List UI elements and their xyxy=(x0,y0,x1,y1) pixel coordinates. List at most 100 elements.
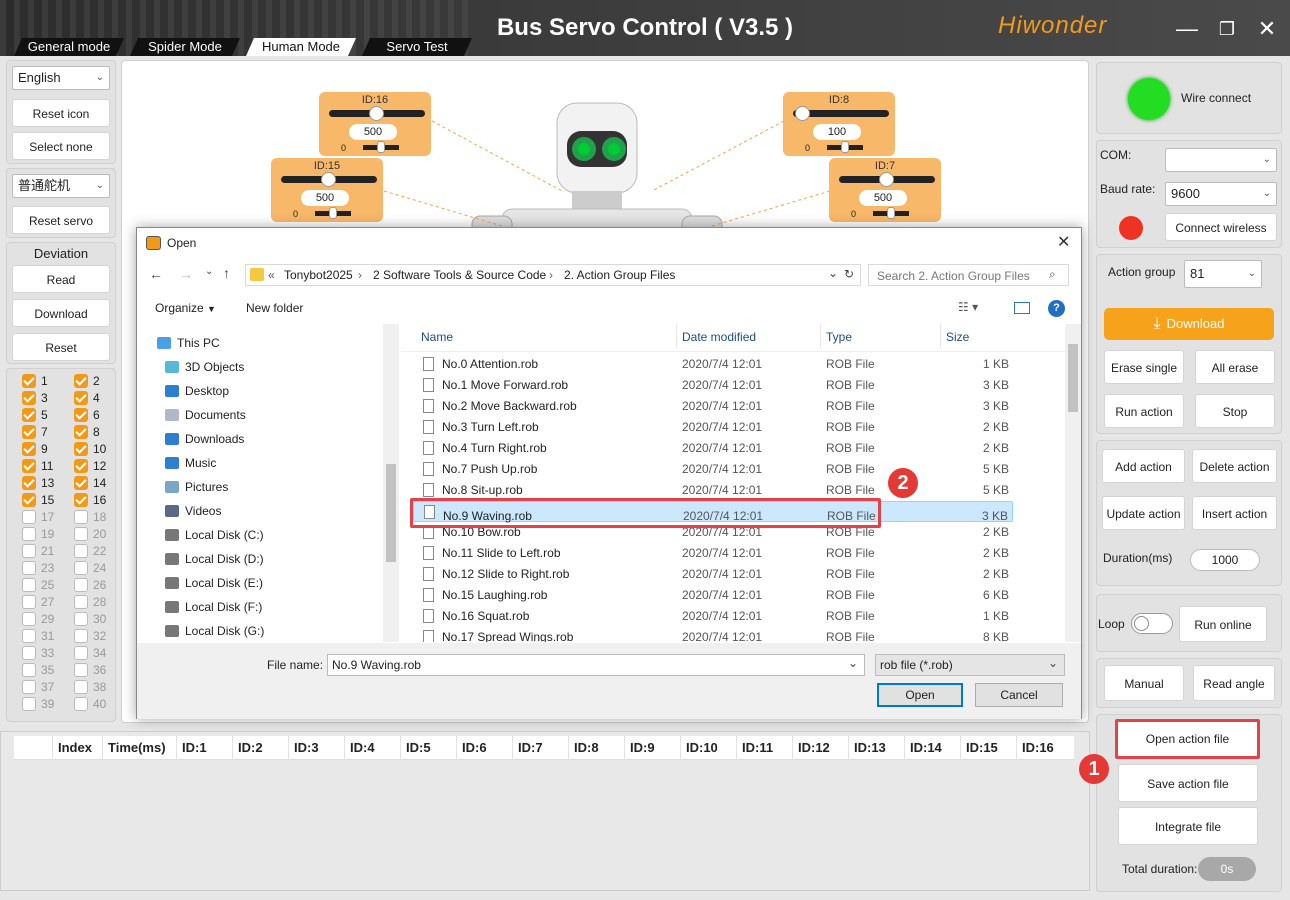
servo-slider[interactable] xyxy=(329,106,425,121)
table-header-cell[interactable]: ID:10 xyxy=(686,740,718,755)
new-folder-button[interactable]: New folder xyxy=(246,301,303,315)
servo-checkbox-25[interactable] xyxy=(22,578,36,592)
manual-button[interactable]: Manual xyxy=(1104,665,1184,701)
up-arrow-icon[interactable]: ↑ xyxy=(223,265,230,281)
servo-checkbox-1[interactable] xyxy=(22,374,36,388)
baud-rate-select[interactable]: 9600 ⌄ xyxy=(1165,182,1277,206)
servo-checkbox-14[interactable] xyxy=(74,476,88,490)
servo-checkbox-9[interactable] xyxy=(22,442,36,456)
nav-item[interactable]: Desktop xyxy=(165,380,229,402)
tab-spider-mode[interactable]: Spider Mode xyxy=(130,38,240,56)
table-header-cell[interactable]: ID:2 xyxy=(238,740,263,755)
servo-checkbox-11[interactable] xyxy=(22,459,36,473)
servo-checkbox-35[interactable] xyxy=(22,663,36,677)
breadcrumb-2[interactable]: 2 Software Tools & Source Code xyxy=(373,268,546,282)
recent-locations-chevron-icon[interactable]: ⌄ xyxy=(205,266,213,277)
run-online-button[interactable]: Run online xyxy=(1179,606,1267,642)
servo-checkbox-40[interactable] xyxy=(74,697,88,711)
erase-single-button[interactable]: Erase single xyxy=(1104,350,1184,384)
back-arrow-icon[interactable]: ← xyxy=(149,266,163,282)
servo-value-input[interactable]: 500 xyxy=(301,190,349,206)
servo-checkbox-2[interactable] xyxy=(74,374,88,388)
servo-checkbox-10[interactable] xyxy=(74,442,88,456)
table-header-cell[interactable]: Time(ms) xyxy=(108,740,166,755)
file-row[interactable]: No.17 Spread Wings.rob 2020/7/4 12:01 ROB … xyxy=(413,627,1013,642)
servo-checkbox-12[interactable] xyxy=(74,459,88,473)
nav-item[interactable]: Downloads xyxy=(165,428,244,450)
save-action-file-button[interactable]: Save action file xyxy=(1118,764,1258,802)
close-icon[interactable]: ✕ xyxy=(1252,14,1282,44)
column-name[interactable]: Name xyxy=(421,330,453,344)
chevron-down-icon[interactable]: ⌄ xyxy=(848,656,858,670)
servo-value-input[interactable]: 500 xyxy=(859,190,907,206)
integrate-file-button[interactable]: Integrate file xyxy=(1118,807,1258,845)
servo-checkbox-34[interactable] xyxy=(74,646,88,660)
forward-arrow-icon[interactable]: → xyxy=(179,266,193,282)
refresh-icon[interactable]: ↻ xyxy=(844,267,854,281)
servo-checkbox-3[interactable] xyxy=(22,391,36,405)
table-header-cell[interactable]: ID:12 xyxy=(798,740,830,755)
nav-item[interactable]: Local Disk (D:) xyxy=(165,548,264,570)
servo-checkbox-8[interactable] xyxy=(74,425,88,439)
minimize-icon[interactable]: — xyxy=(1172,14,1202,44)
servo-slider-knob[interactable] xyxy=(369,106,384,121)
run-action-button[interactable]: Run action xyxy=(1104,394,1184,428)
file-row[interactable]: No.2 Move Backward.rob 2020/7/4 12:01 ROB … xyxy=(413,396,1013,417)
servo-offset-knob[interactable] xyxy=(887,207,895,219)
tab-servo-test[interactable]: Servo Test xyxy=(362,38,472,56)
servo-offset-slider[interactable] xyxy=(827,141,863,153)
servo-offset-slider[interactable] xyxy=(873,207,909,219)
stop-button[interactable]: Stop xyxy=(1195,394,1275,428)
file-row[interactable]: No.12 Slide to Right.rob 2020/7/4 12:01 RO… xyxy=(413,564,1013,585)
breadcrumb-overflow[interactable]: « xyxy=(268,268,275,282)
update-action-button[interactable]: Update action xyxy=(1102,496,1185,530)
file-scrollbar-thumb[interactable] xyxy=(1068,344,1078,412)
servo-slider-knob[interactable] xyxy=(794,106,810,121)
servo-type-select[interactable]: 普通舵机 ⌄ xyxy=(12,174,110,198)
servo-slider[interactable] xyxy=(793,106,889,121)
loop-toggle[interactable] xyxy=(1131,613,1173,634)
servo-slider-knob[interactable] xyxy=(321,172,336,187)
servo-checkbox-21[interactable] xyxy=(22,544,36,558)
servo-checkbox-27[interactable] xyxy=(22,595,36,609)
servo-checkbox-16[interactable] xyxy=(74,493,88,507)
file-name-input[interactable]: No.9 Waving.rob ⌄ xyxy=(327,654,865,676)
file-row[interactable]: No.15 Laughing.rob 2020/7/4 12:01 ROB File… xyxy=(413,585,1013,606)
servo-checkbox-20[interactable] xyxy=(74,527,88,541)
servo-value-input[interactable]: 100 xyxy=(813,124,861,140)
servo-checkbox-5[interactable] xyxy=(22,408,36,422)
file-row[interactable]: No.3 Turn Left.rob 2020/7/4 12:01 ROB File… xyxy=(413,417,1013,438)
tab-general-mode[interactable]: General mode xyxy=(14,38,124,56)
table-header-cell[interactable]: ID:16 xyxy=(1022,740,1054,755)
servo-checkbox-26[interactable] xyxy=(74,578,88,592)
breadcrumb-3[interactable]: 2. Action Group Files xyxy=(564,268,675,282)
servo-checkbox-28[interactable] xyxy=(74,595,88,609)
table-header-cell[interactable]: ID:7 xyxy=(518,740,543,755)
servo-checkbox-13[interactable] xyxy=(22,476,36,490)
open-button[interactable]: Open xyxy=(877,683,963,707)
servo-checkbox-19[interactable] xyxy=(22,527,36,541)
servo-checkbox-29[interactable] xyxy=(22,612,36,626)
servo-checkbox-7[interactable] xyxy=(22,425,36,439)
nav-item[interactable]: Local Disk (E:) xyxy=(165,572,263,594)
table-header-cell[interactable]: ID:5 xyxy=(406,740,431,755)
add-action-button[interactable]: Add action xyxy=(1102,449,1185,483)
file-row[interactable]: No.7 Push Up.rob 2020/7/4 12:01 ROB File 5 … xyxy=(413,459,1013,480)
servo-checkbox-32[interactable] xyxy=(74,629,88,643)
column-size[interactable]: Size xyxy=(946,330,969,344)
dialog-close-icon[interactable]: ✕ xyxy=(1057,232,1070,252)
nav-item[interactable]: Local Disk (C:) xyxy=(165,524,264,546)
language-select[interactable]: English ⌄ xyxy=(12,66,110,90)
delete-action-button[interactable]: Delete action xyxy=(1192,449,1277,483)
nav-item[interactable]: Videos xyxy=(165,500,221,522)
table-header-cell[interactable]: ID:8 xyxy=(574,740,599,755)
servo-slider-knob[interactable] xyxy=(879,172,894,187)
table-header-cell[interactable]: ID:3 xyxy=(294,740,319,755)
nav-item[interactable]: Music xyxy=(165,452,216,474)
deviation-read-button[interactable]: Read xyxy=(12,265,110,293)
tab-human-mode[interactable]: Human Mode xyxy=(246,38,356,56)
file-row[interactable]: No.1 Move Forward.rob 2020/7/4 12:01 ROB F… xyxy=(413,375,1013,396)
view-options-icon[interactable]: ☷ ▾ xyxy=(958,300,978,314)
read-angle-button[interactable]: Read angle xyxy=(1193,665,1275,701)
table-header-cell[interactable]: ID:6 xyxy=(462,740,487,755)
